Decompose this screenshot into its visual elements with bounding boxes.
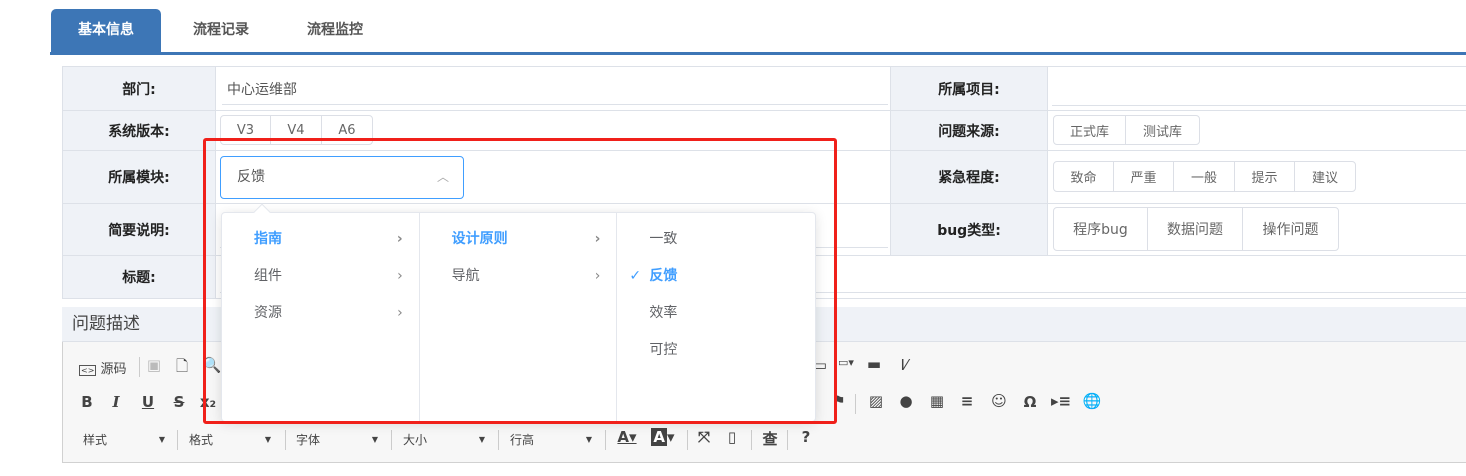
table-icon[interactable]: ▦ [926,392,948,410]
version-group: V3 V4 A6 [220,115,373,145]
version-v4[interactable]: V4 [271,116,322,144]
version-a6[interactable]: A6 [322,116,372,144]
cascader-panel: 指南 › 组件 › 资源 › 设计原则 › 导航 › 一致 ✓ 反馈 效率 可控 [221,212,816,422]
page-break-icon[interactable]: ▸≡ [1050,392,1072,410]
source-button[interactable]: <> 源码 [79,358,129,377]
project-field[interactable] [1047,66,1466,111]
anchor-flag-icon[interactable]: ⚑ [828,392,850,410]
maximize-icon[interactable]: ⤧ [693,428,715,446]
cascader-column-2: 设计原则 › 导航 › [420,213,618,421]
italic-button[interactable]: I [105,393,127,411]
horizontal-rule-icon[interactable]: ≡ [956,392,978,410]
new-page-icon[interactable]: 🗋 [171,356,193,381]
cascader-option-controllability[interactable]: 可控 [617,332,815,369]
preview-icon[interactable]: 🔍 [201,356,223,374]
cascader-option-efficiency[interactable]: 效率 [617,295,815,332]
module-select[interactable]: 反馈 ︿ [220,156,464,199]
button-field-icon[interactable]: ▬ [863,355,885,373]
subscript-button[interactable]: x₂ [197,393,219,411]
cascader-option-navigation[interactable]: 导航 › [420,258,617,295]
image-icon[interactable]: ▨ [865,392,887,410]
hidden-field-icon[interactable]: I⁄ [893,356,915,374]
strike-button[interactable]: S [168,393,190,411]
text-color-icon[interactable]: A▾ [613,428,641,446]
module-label: 所属模块: [62,150,216,204]
tab-process-record[interactable]: 流程记录 [166,9,276,52]
urgency-group: 致命 严重 一般 提示 建议 [1053,161,1356,192]
urgency-normal[interactable]: 一般 [1174,162,1235,191]
chevron-right-icon: › [594,231,601,247]
chevron-right-icon: › [397,305,403,321]
department-cell: 中心运维部 [215,66,891,111]
cascader-option-component[interactable]: 组件 › [222,258,419,295]
department-label: 部门: [62,66,216,111]
cascader-option-feedback[interactable]: ✓ 反馈 [617,258,815,295]
bugtype-group: 程序bug 数据问题 操作问题 [1053,207,1339,251]
cascader-option-consistency[interactable]: 一致 [617,221,815,258]
urgency-fatal[interactable]: 致命 [1054,162,1114,191]
select-field-icon[interactable]: ▭▾ [835,356,857,369]
cascader-column-3: 一致 ✓ 反馈 效率 可控 [617,213,815,421]
cascader-option-resource[interactable]: 资源 › [222,295,419,332]
flash-icon[interactable]: ● [895,392,917,410]
source-label: 问题来源: [890,110,1048,151]
summary-label: 简要说明: [62,203,216,256]
smiley-icon[interactable]: ☺ [988,392,1010,410]
about-button[interactable]: 查 [759,428,781,449]
format-combo[interactable]: 格式 ▼ [189,430,275,450]
bg-color-icon[interactable]: A ▾ [649,428,677,446]
cascader-column-1: 指南 › 组件 › 资源 › [222,213,420,421]
chevron-up-icon: ︿ [436,170,449,184]
special-char-button[interactable]: Ω [1019,393,1041,411]
show-blocks-icon[interactable]: ▯ [721,428,743,446]
urgency-label: 紧急程度: [890,150,1048,204]
version-v3[interactable]: V3 [221,116,271,144]
cascader-option-guide[interactable]: 指南 › [222,221,419,258]
project-label: 所属项目: [890,66,1048,111]
tab-underline [50,52,1466,55]
source-group: 正式库 测试库 [1053,115,1200,145]
cascader-option-design-principle[interactable]: 设计原则 › [420,221,617,258]
bugtype-program[interactable]: 程序bug [1054,208,1148,250]
font-combo[interactable]: 字体 ▼ [296,430,382,450]
source-test[interactable]: 测试库 [1126,116,1199,144]
urgency-severe[interactable]: 严重 [1114,162,1174,191]
source-production[interactable]: 正式库 [1054,116,1126,144]
urgency-suggest[interactable]: 建议 [1295,162,1355,191]
bold-button[interactable]: B [76,393,98,411]
check-icon: ✓ [629,268,642,284]
chevron-right-icon: › [396,231,403,247]
style-combo[interactable]: 样式 ▼ [83,430,169,450]
size-combo[interactable]: 大小 ▼ [403,430,489,450]
bugtype-data[interactable]: 数据问题 [1148,208,1243,250]
version-label: 系统版本: [62,110,216,151]
department-value[interactable]: 中心运维部 [227,79,297,99]
underline-button[interactable]: U [137,393,159,411]
urgency-hint[interactable]: 提示 [1235,162,1295,191]
tab-process-monitor[interactable]: 流程监控 [280,9,390,52]
chevron-right-icon: › [594,268,601,284]
help-button[interactable]: ? [795,428,817,446]
tab-basic-info[interactable]: 基本信息 [51,9,161,52]
chevron-right-icon: › [397,268,403,284]
line-height-combo[interactable]: 行高 ▼ [510,430,596,450]
source-label: 源码 [100,362,127,377]
title-label: 标题: [62,255,216,299]
save-icon[interactable]: ▣ [143,356,165,374]
module-select-value: 反馈 [237,169,265,185]
bugtype-label: bug类型: [890,203,1048,256]
source-icon: <> [79,365,97,376]
iframe-globe-icon[interactable]: 🌐 [1081,392,1103,410]
bugtype-operation[interactable]: 操作问题 [1243,208,1338,250]
